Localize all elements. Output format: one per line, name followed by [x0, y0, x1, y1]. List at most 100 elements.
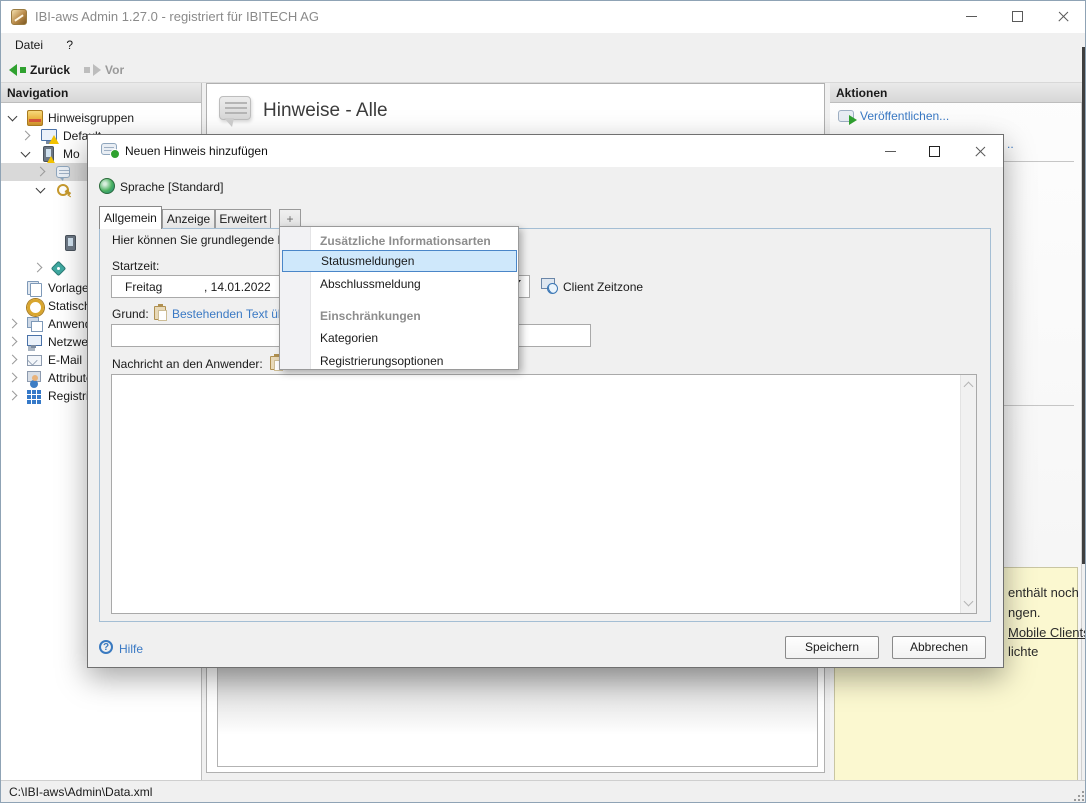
save-button[interactable]: Speichern [785, 636, 879, 659]
hinweisgruppen-icon [27, 110, 43, 126]
nachricht-label: Nachricht an den Anwender: [112, 357, 263, 371]
title-bar: IBI-aws Admin 1.27.0 - registriert für I… [1, 1, 1085, 33]
startzeit-date: , 14.01.2022 [204, 280, 271, 294]
maximize-icon [1012, 11, 1023, 22]
chevron-right-icon[interactable] [8, 391, 18, 401]
tab-anzeige[interactable]: Anzeige [162, 209, 215, 229]
tree-label: Hinweisgruppen [48, 111, 134, 125]
statisch-icon [26, 298, 42, 314]
publish-link[interactable]: Veröffentlichen... [838, 107, 949, 125]
navigation-header: Navigation [1, 83, 202, 103]
mobile-clients-link[interactable]: Mobile Clients [1008, 625, 1086, 640]
hinweise-header-icon [219, 96, 251, 120]
grund-label: Grund: [112, 307, 149, 321]
paste-icon [154, 306, 166, 320]
menu-item-statusmeldungen[interactable]: Statusmeldungen [282, 250, 517, 272]
menu-item-registrierungsoptionen[interactable]: Registrierungsoptionen [282, 351, 517, 371]
page-title: Hinweise - Alle [263, 100, 388, 122]
back-button[interactable]: Zurück [9, 63, 70, 77]
dialog-minimize-button[interactable] [868, 137, 912, 165]
maximize-button[interactable] [994, 1, 1040, 32]
chevron-right-icon[interactable] [8, 319, 18, 329]
dialog-icon [101, 143, 117, 155]
registrierung-icon [26, 388, 42, 404]
tree-label: Statisch [48, 299, 91, 313]
tab-allgemein[interactable]: Allgemein [99, 206, 162, 229]
publish-label: Veröffentlichen... [860, 109, 949, 123]
tab-erweitert[interactable]: Erweitert [215, 209, 271, 229]
tag-icon [51, 260, 67, 276]
background-window-edge [1082, 47, 1086, 564]
help-link[interactable]: Hilfe [119, 642, 143, 656]
publish-icon [838, 110, 854, 122]
note-text: enthält noch [1008, 585, 1079, 600]
actions-header: Aktionen [830, 83, 1082, 103]
neuen-hinweis-dialog: Neuen Hinweis hinzufügen Sprache [Standa… [87, 134, 1004, 668]
minimize-icon [885, 151, 896, 152]
note-text: lichte [1008, 644, 1038, 659]
close-icon [1057, 10, 1070, 23]
menu-datei[interactable]: Datei [5, 33, 53, 57]
back-label: Zurück [30, 63, 70, 77]
hinweis-bubble-icon [56, 166, 70, 178]
vorlagen-icon [26, 280, 42, 296]
chevron-right-icon[interactable] [8, 337, 18, 347]
startzeit-day: Freitag [125, 280, 162, 294]
tree-label: Attribute [48, 371, 93, 385]
key-icon [56, 182, 72, 198]
close-button[interactable] [1040, 1, 1086, 32]
menu-section-header: Zusätzliche Informationsarten [282, 231, 517, 251]
scroll-down-icon[interactable] [964, 597, 974, 607]
client-zeitzone-icon [541, 277, 557, 293]
intro-text: Hier können Sie grundlegende Ei [112, 233, 288, 247]
bestehenden-text-link[interactable]: Bestehenden Text üb [172, 307, 285, 321]
nachricht-textarea[interactable] [111, 374, 977, 614]
language-label: Sprache [Standard] [120, 180, 223, 194]
note-text: ngen. [1008, 605, 1041, 620]
menu-bar: Datei ? [1, 33, 1085, 57]
cancel-button[interactable]: Abbrechen [892, 636, 986, 659]
chevron-down-icon[interactable] [21, 148, 31, 158]
maximize-icon [929, 146, 940, 157]
close-icon [974, 145, 987, 158]
resize-grip[interactable] [1072, 789, 1084, 801]
tree-label: Mo [63, 147, 80, 161]
dialog-maximize-button[interactable] [912, 137, 956, 165]
forward-button[interactable]: Vor [84, 63, 124, 77]
minimize-icon [966, 16, 977, 17]
attribute-icon [26, 370, 42, 386]
back-arrow-bar [20, 67, 26, 73]
menu-section-header: Einschränkungen [282, 306, 517, 326]
forward-arrow-bar [84, 67, 90, 73]
scroll-up-icon[interactable] [964, 382, 974, 392]
forward-arrow-icon [93, 64, 101, 76]
app-window: IBI-aws Admin 1.27.0 - registriert für I… [0, 0, 1086, 803]
window-title: IBI-aws Admin 1.27.0 - registriert für I… [35, 1, 319, 33]
startzeit-label: Startzeit: [112, 259, 159, 273]
netzwerk-icon [26, 334, 42, 350]
chevron-down-icon[interactable] [8, 112, 18, 122]
status-bar: C:\IBI-aws\Admin\Data.xml [1, 780, 1086, 803]
textarea-scrollbar[interactable] [960, 375, 976, 613]
chevron-right-icon[interactable] [33, 263, 43, 273]
phone-icon [65, 235, 76, 251]
tree-item-hinweisgruppen[interactable]: Hinweisgruppen [1, 109, 202, 127]
chevron-right-icon[interactable] [21, 131, 31, 141]
chevron-right-icon[interactable] [8, 373, 18, 383]
menu-item-kategorien[interactable]: Kategorien [282, 328, 517, 348]
dialog-close-button[interactable] [958, 137, 1002, 165]
chevron-down-icon[interactable] [36, 184, 46, 194]
informationsarten-menu: Zusätzliche Informationsarten Statusmeld… [279, 226, 519, 370]
default-group-icon [41, 129, 57, 141]
menu-help[interactable]: ? [56, 33, 83, 57]
data-file-path: C:\IBI-aws\Admin\Data.xml [9, 785, 152, 799]
chevron-right-icon[interactable] [8, 355, 18, 365]
chevron-right-icon[interactable] [36, 167, 46, 177]
menu-item-abschlussmeldung[interactable]: Abschlussmeldung [282, 274, 517, 294]
minimize-button[interactable] [948, 1, 994, 32]
anwendungen-icon [26, 316, 42, 332]
back-arrow-icon [9, 64, 17, 76]
toolbar: Zurück Vor [1, 57, 1085, 83]
action-link-fragment[interactable]: .. [1007, 137, 1014, 151]
app-icon [11, 9, 27, 25]
